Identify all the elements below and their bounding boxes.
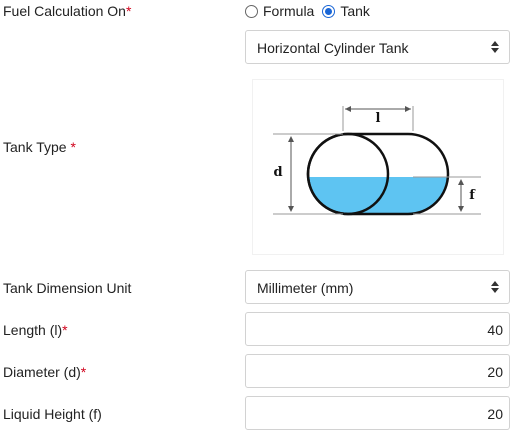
- tank-type-selected-value: Horizontal Cylinder Tank: [257, 40, 409, 56]
- required-asterisk: *: [80, 364, 87, 380]
- liquid-height-input-value: 20: [487, 406, 503, 422]
- tank-radio-label[interactable]: Tank: [340, 3, 370, 19]
- horizontal-cylinder-tank-diagram: l d f: [253, 80, 503, 254]
- formula-radio-button[interactable]: [245, 4, 258, 18]
- diameter-symbol: d: [273, 165, 282, 180]
- tank-diagram-svg: l d f: [273, 106, 481, 216]
- required-asterisk: *: [62, 322, 68, 338]
- diameter-input[interactable]: 20: [245, 354, 510, 388]
- length-label-text: Length (l): [3, 322, 63, 338]
- tank-type-label: Tank Type *: [3, 137, 76, 157]
- fuel-calculation-label: Fuel Calculation On*: [3, 1, 131, 21]
- length-input-value: 40: [487, 322, 503, 338]
- length-label: Length (l)*: [3, 320, 68, 340]
- tank-type-select[interactable]: Horizontal Cylinder Tank: [245, 30, 510, 64]
- tank-type-label-text: Tank Type: [3, 139, 67, 155]
- liquid-height-input[interactable]: 20: [245, 396, 510, 430]
- fuel-calculation-label-text: Fuel Calculation On: [3, 3, 126, 19]
- liquid-height-label: Liquid Height (f): [3, 406, 102, 422]
- dimension-unit-selected-value: Millimeter (mm): [257, 280, 354, 296]
- tank-radio-button[interactable]: [322, 4, 336, 18]
- diameter-label-text: Diameter (d): [3, 364, 81, 380]
- tank-dimension-unit-label: Tank Dimension Unit: [3, 280, 132, 296]
- length-input[interactable]: 40: [245, 312, 510, 346]
- diameter-label: Diameter (d)*: [3, 362, 86, 382]
- length-symbol: l: [376, 111, 381, 126]
- formula-radio-label[interactable]: Formula: [263, 3, 314, 19]
- select-updown-icon: [491, 281, 499, 293]
- dimension-unit-select[interactable]: Millimeter (mm): [245, 270, 510, 304]
- fill-height-symbol: f: [469, 188, 476, 203]
- fuel-calculation-radio-group: Formula Tank: [245, 1, 378, 21]
- radio-option-tank[interactable]: Tank: [322, 3, 370, 19]
- required-asterisk: *: [125, 3, 132, 19]
- radio-option-formula[interactable]: Formula: [245, 3, 314, 19]
- required-asterisk: *: [70, 139, 76, 155]
- select-updown-icon: [491, 41, 499, 53]
- diameter-input-value: 20: [487, 364, 503, 380]
